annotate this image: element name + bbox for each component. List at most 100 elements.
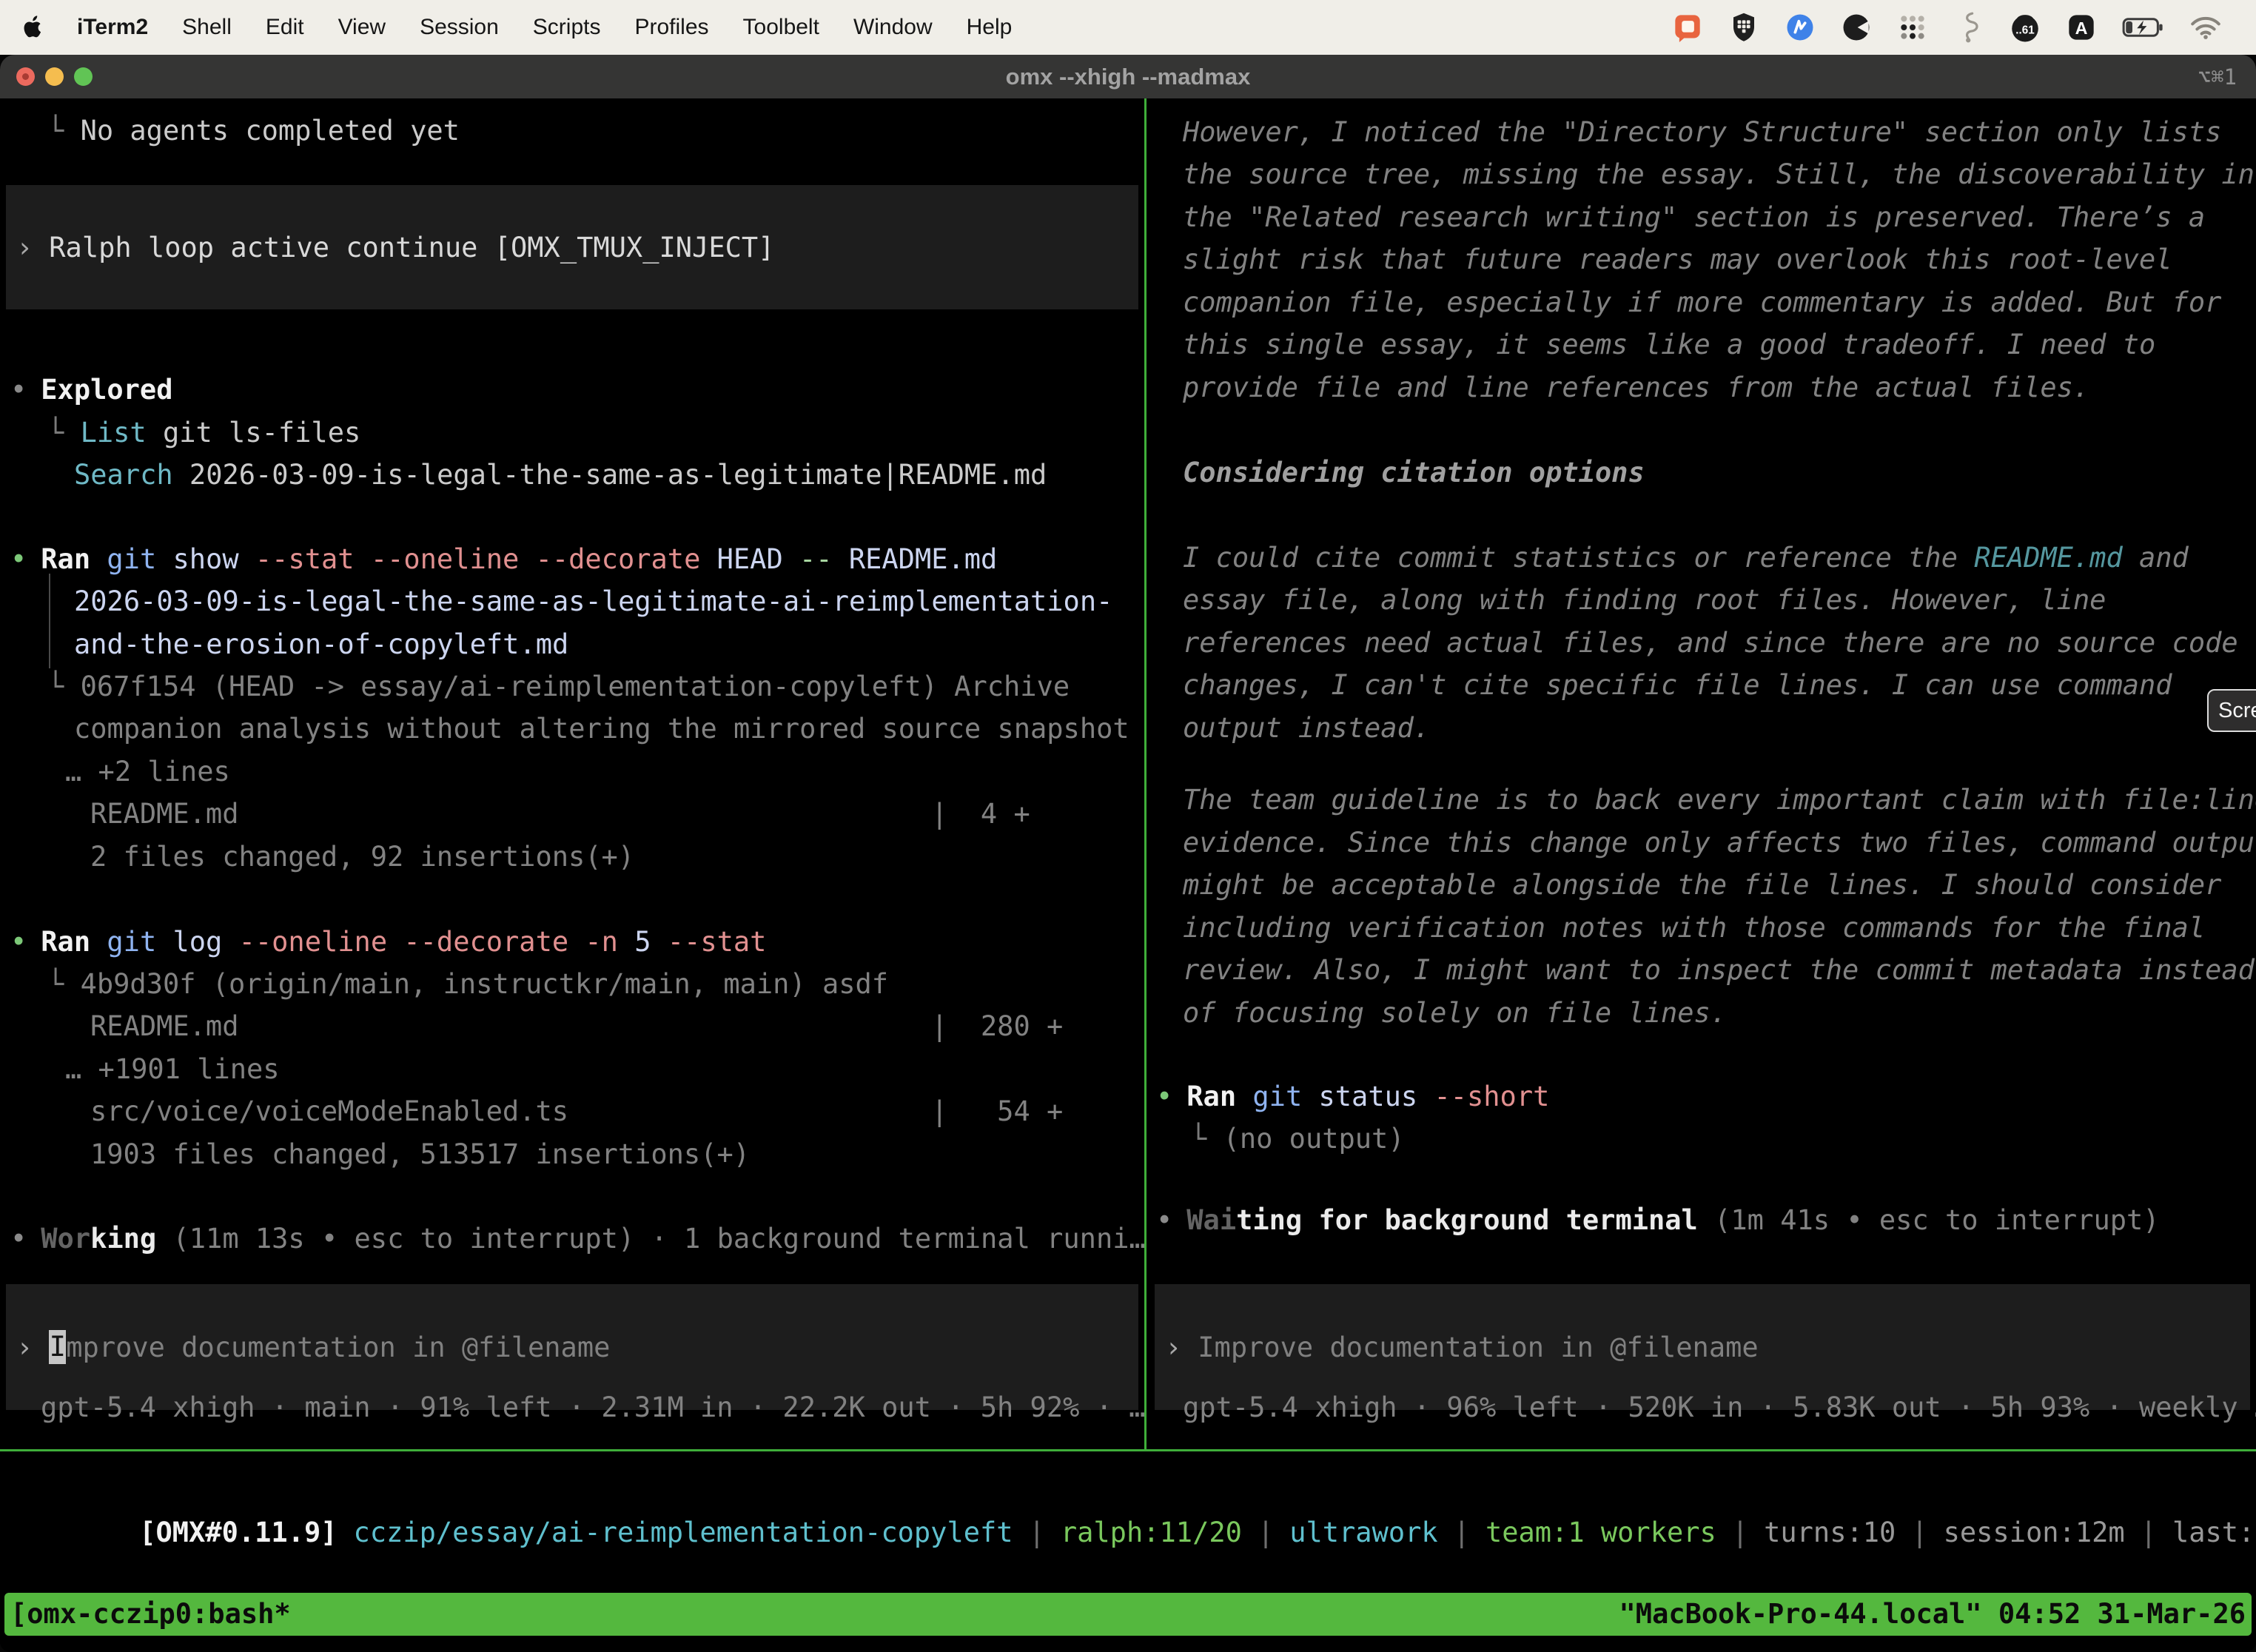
battery-icon[interactable]	[2121, 11, 2166, 44]
reasoning-text-line: companion file, especially if more comme…	[1183, 281, 2221, 323]
tmux-vertical-divider[interactable]	[1144, 98, 1147, 1449]
omx-last-activity: last:5m ago	[2172, 1517, 2256, 1548]
screen-sharing-tooltip: Scre	[2207, 689, 2256, 732]
omx-status-line: [OMX#0.11.9]cczip/essay/ai-reimplementat…	[7, 1469, 2256, 1511]
git-show-summary-line: 2 files changed, 92 insertions(+)	[90, 836, 634, 878]
queued-message-box-left[interactable]: › Ralph loop active continue [OMX_TMUX_I…	[6, 185, 1138, 309]
omx-session-time: session:12m	[1944, 1517, 2125, 1548]
letter-a-tile-icon[interactable]: A	[2065, 11, 2098, 44]
window-shortcut-badge: ⌥⌘1	[2198, 55, 2237, 98]
tooltip-text: Scre	[2218, 699, 2256, 723]
shield-grid-icon[interactable]	[1728, 11, 1760, 44]
model-status-line-right: gpt-5.4 xhigh · 96% left · 520K in · 5.8…	[1183, 1386, 2256, 1428]
reasoning-text-line: might be acceptable alongside the file l…	[1183, 864, 2221, 906]
menu-item-window[interactable]: Window	[853, 15, 933, 40]
reasoning-text-line: evidence. Since this change only affects…	[1183, 822, 2256, 864]
battery-percent-disc-icon[interactable]: ..61	[2009, 11, 2041, 44]
reasoning-text-line: The team guideline is to back every impo…	[1183, 779, 2256, 821]
reasoning-text-line: However, I noticed the "Directory Struct…	[1183, 111, 2221, 153]
battery-percent-text: ..61	[2015, 24, 2035, 36]
menu-item-edit[interactable]: Edit	[266, 15, 304, 40]
reasoning-text-line: slight risk that future readers may over…	[1183, 238, 2172, 281]
command-continuation-line: and-the-erosion-of-copyleft.md	[74, 623, 568, 665]
screen-share-icon[interactable]	[1671, 11, 1704, 44]
tmux-host-clock: "MacBook-Pro-44.local" 04:52 31-Mar-26	[1619, 1593, 2246, 1636]
macos-menu-bar: iTerm2 Shell Edit View Session Scripts P…	[0, 0, 2256, 55]
reasoning-text-line: references need actual files, and since …	[1183, 622, 2238, 664]
prompt-chevron-icon: ›	[16, 1332, 33, 1363]
omx-branch-path: cczip/essay/ai-reimplementation-copyleft	[354, 1517, 1013, 1548]
prompt-placeholder: mprove documentation in @filename	[66, 1332, 610, 1363]
reasoning-text-line: review. Also, I might want to inspect th…	[1183, 949, 2255, 991]
explored-search-line: Search 2026-03-09-is-legal-the-same-as-l…	[74, 454, 1047, 496]
menu-item-profiles[interactable]: Profiles	[634, 15, 708, 40]
git-log-output-line: └ 4b9d30f (origin/main, instructkr/main,…	[47, 963, 888, 1005]
tmux-pane-right[interactable]: However, I noticed the "Directory Struct…	[1149, 98, 2256, 1449]
prompt-chevron-icon: ›	[16, 232, 33, 263]
omx-ralph-counter: ralph:11/20	[1061, 1517, 1242, 1548]
reasoning-text-line: provide file and line references from th…	[1183, 366, 2089, 409]
tmux-horizontal-divider[interactable]	[0, 1449, 2256, 1451]
git-show-more-lines: … +2 lines	[65, 751, 230, 793]
ran-git-show-command: •Ran git show --stat --oneline --decorat…	[10, 538, 997, 580]
explored-list-line: └ List git ls-files	[47, 412, 360, 454]
omx-ultrawork-badge: ultrawork	[1289, 1517, 1437, 1548]
reasoning-text-line: I could cite commit statistics or refere…	[1183, 537, 2189, 579]
window-title-bar: omx --xhigh --madmax ⌥⌘1	[0, 55, 2256, 98]
prompt-placeholder: Improve documentation in @filename	[1198, 1332, 1758, 1363]
command-continuation-line: 2026-03-09-is-legal-the-same-as-legitima…	[74, 580, 1112, 622]
iterm-window: omx --xhigh --madmax ⌥⌘1 └ No agents com…	[0, 55, 2256, 1652]
menu-item-toolbelt[interactable]: Toolbelt	[743, 15, 819, 40]
reasoning-text-line: including verification notes with those …	[1183, 907, 2205, 949]
wifi-icon[interactable]	[2189, 11, 2222, 44]
blue-badge-icon[interactable]	[1784, 11, 1816, 44]
reasoning-text-line: the "Related research writing" section i…	[1183, 196, 2205, 238]
readme-file-link[interactable]: README.md	[1974, 542, 2122, 574]
git-show-output-line: └ 067f154 (HEAD -> essay/ai-reimplementa…	[47, 665, 1070, 708]
model-status-line-left: gpt-5.4 xhigh · main · 91% left · 2.31M …	[41, 1386, 1145, 1428]
prompt-chevron-icon: ›	[1165, 1332, 1181, 1363]
reasoning-text-line: of focusing solely on file lines.	[1183, 992, 1727, 1034]
tmux-session-window[interactable]: [omx-cczip0:bash*	[10, 1593, 291, 1636]
desktop-screen: iTerm2 Shell Edit View Session Scripts P…	[0, 0, 2256, 1652]
apple-logo-icon[interactable]	[21, 11, 43, 44]
waiting-status-line: •Waiting for background terminal (1m 41s…	[1156, 1199, 2160, 1241]
reasoning-text-line: essay file, along with finding root file…	[1183, 579, 2106, 621]
text-cursor: I	[49, 1330, 66, 1364]
tree-guide-line	[49, 574, 50, 668]
window-title: omx --xhigh --madmax	[0, 55, 2256, 98]
menu-item-scripts[interactable]: Scripts	[533, 15, 601, 40]
menu-item-session[interactable]: Session	[420, 15, 499, 40]
git-show-output-line: companion analysis without altering the …	[74, 708, 1129, 750]
squiggle-icon[interactable]	[1953, 11, 1985, 44]
menu-app-name[interactable]: iTerm2	[77, 15, 148, 40]
menu-item-shell[interactable]: Shell	[182, 15, 232, 40]
dark-disc-icon[interactable]	[1840, 11, 1873, 44]
reasoning-text-line: changes, I can't cite specific file line…	[1183, 664, 2172, 706]
git-log-stat-line: README.md | 280 +	[90, 1005, 1063, 1047]
no-agents-line: └ No agents completed yet	[47, 110, 460, 152]
tmux-pane-left[interactable]: └ No agents completed yet › Ralph loop a…	[0, 98, 1144, 1449]
svg-text:A: A	[2075, 19, 2088, 38]
reasoning-heading: Considering citation options	[1183, 451, 1645, 494]
terminal-content: └ No agents completed yet › Ralph loop a…	[0, 98, 2256, 1652]
git-log-more-lines: … +1901 lines	[65, 1048, 280, 1090]
menu-item-view[interactable]: View	[338, 15, 386, 40]
omx-version-badge: [OMX#0.11.9]	[139, 1517, 337, 1548]
omx-turns-counter: turns:10	[1764, 1517, 1896, 1548]
explored-header: •Explored	[10, 369, 173, 411]
reasoning-text-line: this single essay, it seems like a good …	[1183, 323, 2155, 366]
working-status-line: •Working (11m 13s • esc to interrupt) · …	[10, 1218, 1146, 1260]
git-show-stat-line: README.md | 4 +	[90, 793, 1030, 835]
reasoning-text-line: output instead.	[1183, 707, 1430, 749]
git-log-stat-line: src/voice/voiceModeEnabled.ts | 54 +	[90, 1090, 1063, 1132]
dots-grid-icon[interactable]	[1896, 11, 1929, 44]
ran-git-log-command: •Ran git log --oneline --decorate -n 5 -…	[10, 921, 766, 963]
omx-team-workers: team:1 workers	[1485, 1517, 1716, 1548]
menu-item-help[interactable]: Help	[967, 15, 1013, 40]
reasoning-text-line: the source tree, missing the essay. Stil…	[1183, 153, 2255, 195]
git-status-output-line: └ (no output)	[1190, 1118, 1405, 1160]
ran-git-status-command: •Ran git status --short	[1156, 1075, 1549, 1118]
queued-message-text: Ralph loop active continue [OMX_TMUX_INJ…	[49, 232, 774, 263]
git-log-summary-line: 1903 files changed, 513517 insertions(+)	[90, 1133, 750, 1175]
